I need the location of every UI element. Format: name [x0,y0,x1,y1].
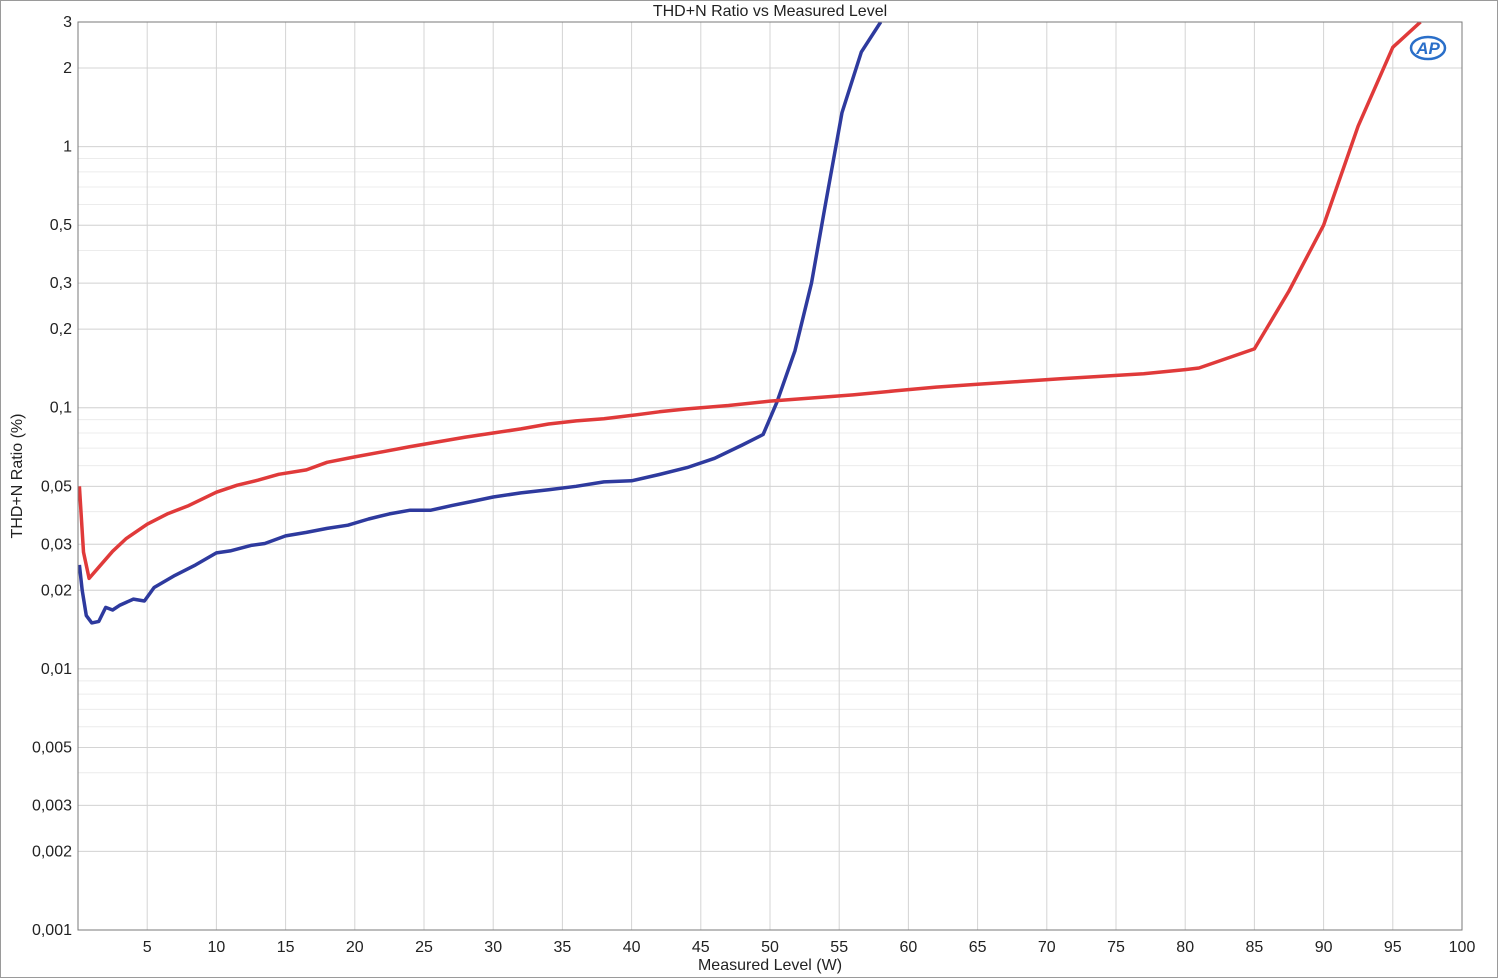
x-tick-label: 100 [1449,939,1476,956]
y-tick-label: 3 [63,14,72,31]
y-tick-label: 0,1 [50,400,72,417]
x-tick-label: 55 [830,939,848,956]
ap-logo-icon: AP [1409,35,1447,61]
x-tick-label: 70 [1038,939,1056,956]
x-axis-title: Measured Level (W) [698,957,842,974]
x-tick-label: 20 [346,939,364,956]
series-line-2 [78,22,1422,581]
y-tick-label: 0,002 [32,843,72,860]
y-tick-label: 0,3 [50,275,72,292]
y-axis: 0,001 0,002 0,003 0,005 0,01 0,02 0,03 0,05 0,1 0… [32,14,72,939]
y-tick-label: 0,003 [32,797,72,814]
x-tick-label: 10 [208,939,226,956]
y-tick-label: 2 [63,60,72,77]
x-tick-label: 15 [277,939,295,956]
series-line-1 [78,22,883,625]
y-tick-label: 0,02 [41,582,72,599]
thdn-chart: THD+N Ratio vs Measured Level 0,001 0,002… [9,3,1476,974]
x-tick-label: 45 [692,939,710,956]
y-tick-label: 0,5 [50,217,72,234]
series-group [78,22,1422,625]
x-tick-label: 50 [761,939,779,956]
y-tick-label: 1 [63,139,72,156]
x-tick-label: 40 [623,939,641,956]
y-tick-label: 0,05 [41,478,72,495]
y-tick-label: 0,005 [32,739,72,756]
y-tick-label: 0,001 [32,922,72,939]
x-tick-label: 85 [1246,939,1264,956]
y-tick-label: 0,03 [41,536,72,553]
y-tick-label: 0,2 [50,321,72,338]
ap-logo-text: AP [1415,39,1440,58]
y-tick-label: 0,01 [41,661,72,678]
y-axis-title: THD+N Ratio (%) [9,414,26,539]
x-axis: 5 10 15 20 25 30 35 40 45 50 55 60 65 70 75 80 85 90 95 100 [143,939,1476,956]
chart-title: THD+N Ratio vs Measured Level [653,3,887,20]
x-tick-label: 80 [1176,939,1194,956]
x-tick-label: 5 [143,939,152,956]
x-tick-label: 75 [1107,939,1125,956]
x-tick-label: 30 [484,939,502,956]
x-tick-label: 25 [415,939,433,956]
x-tick-label: 65 [969,939,987,956]
x-tick-label: 95 [1384,939,1402,956]
grid [78,21,1463,931]
x-tick-label: 60 [900,939,918,956]
x-tick-label: 90 [1315,939,1333,956]
x-tick-label: 35 [554,939,572,956]
